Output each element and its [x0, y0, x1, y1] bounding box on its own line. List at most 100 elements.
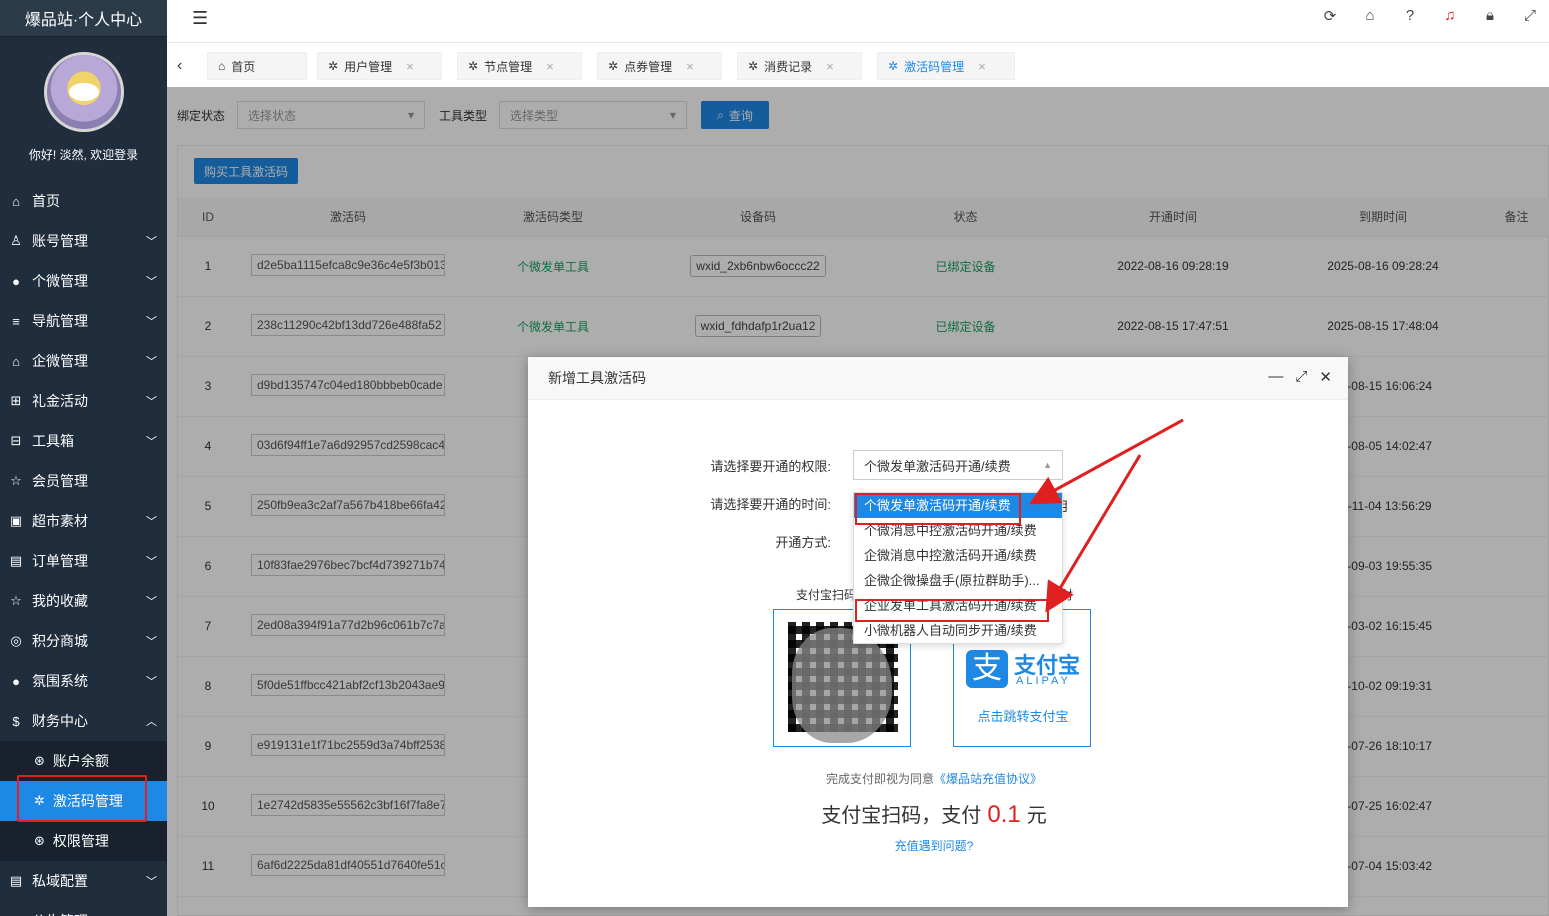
dropdown-option[interactable]: 企微企微操盘手(原拉群助手)...	[854, 568, 1062, 593]
dropdown-option[interactable]: 企微消息中控激活码开通/续费	[854, 543, 1062, 568]
sidebar-item-user[interactable]: ♙ 账号管理 ﹀	[0, 221, 167, 261]
sidebar-item-order[interactable]: ▤ 订单管理 ﹀	[0, 541, 167, 581]
balance-icon: ⊛	[34, 753, 45, 768]
star-outline-icon: ☆	[10, 593, 22, 608]
sidebar-item-star[interactable]: ☆ 会员管理	[0, 461, 167, 501]
tab-label: 用户管理	[344, 59, 393, 74]
tab-label: 激活码管理	[904, 59, 965, 74]
welcome-text: 你好! 淡然, 欢迎登录	[28, 148, 139, 162]
chevron-down-icon: ﹀	[146, 636, 157, 648]
tab-close-icon[interactable]: ×	[406, 59, 414, 74]
sidebar-subitem-2[interactable]: ⊛ 权限管理	[0, 821, 167, 861]
chevron-down-icon: ﹀	[146, 516, 157, 528]
alipay-scan-label: 支付宝扫码	[796, 588, 857, 602]
sidebar-item-label: 订单管理	[32, 553, 88, 569]
sidebar-item-bank[interactable]: ⌂ 企微管理 ﹀	[0, 341, 167, 381]
sidebar-item-label: 我的收藏	[32, 593, 88, 609]
palm-icon: ✲	[748, 59, 759, 73]
sidebar-item-label: 工具箱	[32, 433, 74, 449]
permission-label: 请选择要开通的权限:	[710, 459, 831, 474]
chevron-down-icon: ﹀	[146, 236, 157, 248]
permission-select[interactable]: 个微发单激活码开通/续费 ▲	[853, 450, 1063, 480]
tab-1[interactable]: ✲ 用户管理 ×	[317, 52, 442, 80]
tab-close-icon[interactable]: ×	[546, 59, 554, 74]
lock-icon[interactable]: 🔒︎	[1481, 7, 1499, 25]
sidebar-item-label: 企微管理	[32, 353, 88, 369]
payment-problem-link[interactable]: 充值遇到问题?	[528, 837, 1340, 854]
tab-2[interactable]: ✲ 节点管理 ×	[457, 52, 582, 80]
fullscreen-icon[interactable]: ⤢	[1521, 7, 1539, 25]
tab-label: 点券管理	[624, 59, 673, 74]
chevron-down-icon: ﹀	[146, 596, 157, 608]
sidebar-item-label: 会员管理	[32, 473, 88, 489]
sidebar-item-label: 私域配置	[32, 873, 88, 889]
pay-amount: 0.1	[987, 801, 1021, 828]
avatar[interactable]	[43, 52, 124, 132]
sidebar-item-label: 积分商城	[32, 633, 88, 649]
sidebar-item-star-outline[interactable]: ☆ 我的收藏 ﹀	[0, 581, 167, 621]
sidebar-item-grid[interactable]: ⊞ 礼金活动 ﹀	[0, 381, 167, 421]
time-label: 请选择要开通的时间:	[710, 497, 831, 512]
notification-icon[interactable]: ♫	[1441, 7, 1459, 25]
sidebar-item-image[interactable]: ▣ 超市素材 ﹀	[0, 501, 167, 541]
modal-title: 新增工具激活码	[528, 357, 1348, 400]
finance-icon: $	[12, 713, 20, 729]
chevron-down-icon: ﹀	[146, 876, 157, 888]
refresh-icon[interactable]: ⟳	[1321, 7, 1339, 25]
chevron-down-icon: ﹀	[146, 276, 157, 288]
sidebar-item-label: 超市素材	[32, 513, 88, 529]
sidebar-item-toolbox[interactable]: ⊟ 工具箱 ﹀	[0, 421, 167, 461]
top-icons: ⟳ ⌂ ? ♫ 🔒︎ ⤢	[1321, 7, 1539, 25]
bank-icon: ⌂	[12, 353, 20, 369]
maximize-icon[interactable]: ⤢	[1295, 368, 1307, 386]
tab-label: 首页	[231, 59, 256, 74]
sidebar-item-list[interactable]: ≡ 导航管理 ﹀	[0, 301, 167, 341]
add-code-modal: 新增工具激活码 — ⤢ ✕ 请选择要开通的权限: 个微发单激活码开通/续费 ▲ …	[528, 357, 1348, 907]
highlight-box-first-option	[855, 493, 1021, 525]
tab-back-icon[interactable]: ‹	[177, 57, 182, 75]
app-title: 爆品站·个人中心	[0, 0, 167, 37]
palm-icon: ✲	[888, 59, 899, 73]
tab-0[interactable]: ⌂ 首页	[207, 52, 307, 80]
active-menu-highlight	[17, 775, 147, 822]
help-icon[interactable]: ?	[1401, 7, 1419, 25]
agreement-link[interactable]: 《爆品站充值协议》	[934, 772, 1042, 786]
grid-icon: ⊞	[10, 393, 22, 408]
sidebar-item-label: 导航管理	[32, 313, 88, 329]
sidebar-item-label: 氛围系统	[32, 673, 88, 689]
home-icon[interactable]: ⌂	[1361, 7, 1379, 25]
close-icon[interactable]: ✕	[1319, 368, 1332, 386]
sidebar-item-wechat[interactable]: ● 个微管理 ﹀	[0, 261, 167, 301]
chevron-up-icon: ︿	[146, 716, 157, 728]
highlight-box-enterprise-option	[855, 599, 1049, 622]
sidebar-item-atmosphere[interactable]: ● 氛围系统 ﹀	[0, 661, 167, 701]
chevron-down-icon: ﹀	[146, 556, 157, 568]
menu-toggle-icon[interactable]: ☰	[192, 8, 208, 29]
pay-unit: 元	[1026, 805, 1047, 827]
tab-close-icon[interactable]: ×	[826, 59, 834, 74]
home-icon: ⌂	[12, 193, 20, 209]
sidebar-item-home[interactable]: ⌂ 首页	[0, 181, 167, 221]
sidebar-item-label: 个微管理	[32, 273, 88, 289]
tab-4[interactable]: ✲ 消费记录 ×	[737, 52, 862, 80]
sidebar-item-coin[interactable]: ◎ 积分商城 ﹀	[0, 621, 167, 661]
method-label: 开通方式:	[775, 535, 831, 550]
sidebar-item-finance[interactable]: $ 财务中心 ︿	[0, 701, 167, 741]
star-icon: ☆	[10, 473, 22, 488]
tab-3[interactable]: ✲ 点券管理 ×	[597, 52, 722, 80]
tab-label: 节点管理	[484, 59, 533, 74]
tab-5[interactable]: ✲ 激活码管理 ×	[877, 52, 1015, 80]
tab-close-icon[interactable]: ×	[686, 59, 694, 74]
alipay-logo-icon: 支	[966, 650, 1008, 688]
agreement-text: 完成支付即视为同意《爆品站充值协议》	[528, 770, 1340, 787]
chevron-up-icon: ▲	[1043, 460, 1052, 470]
modal-controls: — ⤢ ✕	[1268, 368, 1332, 386]
sidebar-item-label: 财务中心	[32, 713, 88, 729]
sidebar-item-config[interactable]: ▤ 私域配置 ﹀	[0, 861, 167, 901]
sidebar-item-label: 礼金活动	[32, 393, 88, 409]
tab-close-icon[interactable]: ×	[978, 59, 986, 74]
chevron-down-icon: ﹀	[146, 396, 157, 408]
minimize-icon[interactable]: —	[1268, 368, 1283, 386]
sidebar-item-notice[interactable]: ▤公告管理﹀	[0, 901, 167, 916]
alipay-jump-link[interactable]: 点击跳转支付宝	[954, 706, 1092, 725]
